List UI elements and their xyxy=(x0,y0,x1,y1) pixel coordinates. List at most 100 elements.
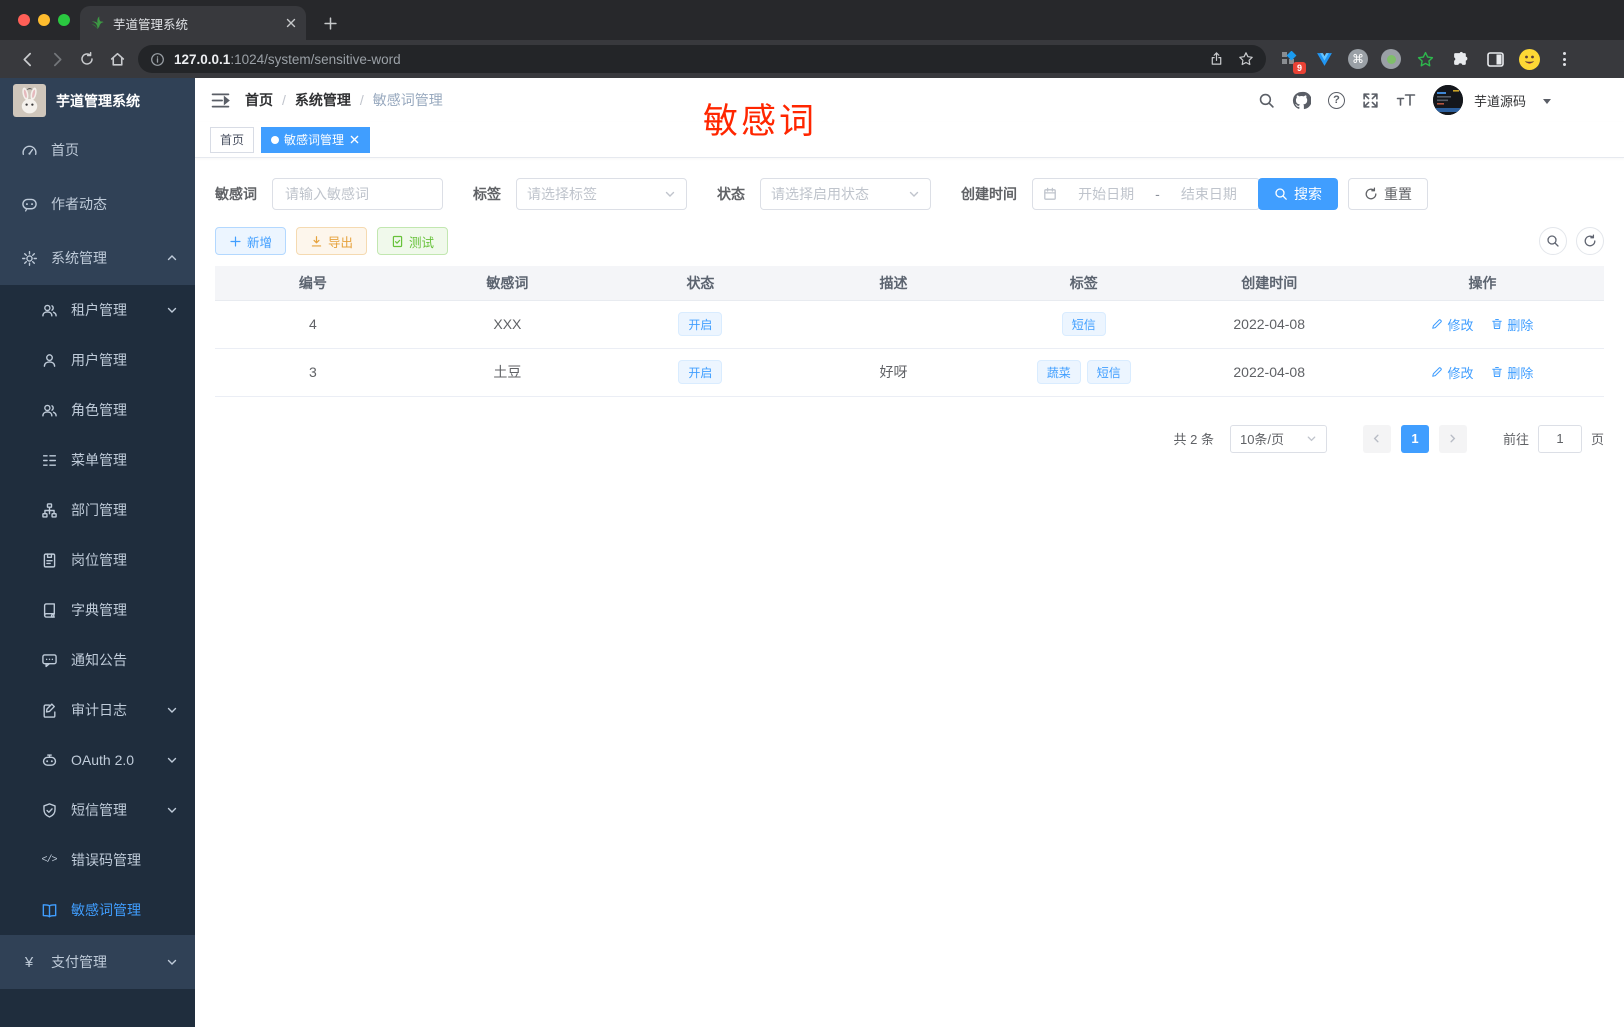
tag-select[interactable]: 请选择标签 xyxy=(516,178,687,210)
home-button[interactable] xyxy=(102,45,132,73)
navbar-actions: ? 芋道源码 xyxy=(1258,85,1551,115)
chevron-down-icon xyxy=(1306,433,1317,444)
page-size-select[interactable]: 10条/页 xyxy=(1229,424,1327,453)
sidebar-item-post[interactable]: 岗位管理 xyxy=(0,535,195,585)
extension-grid-icon[interactable]: 9 xyxy=(1278,48,1306,74)
user-menu-caret-icon[interactable] xyxy=(1543,99,1551,104)
share-icon[interactable] xyxy=(1209,51,1224,67)
extension-star-icon[interactable] xyxy=(1414,48,1436,70)
keyword-label: 敏感词 xyxy=(215,186,257,202)
sidebar-item-label: 系统管理 xyxy=(51,250,107,266)
fullscreen-icon[interactable] xyxy=(1362,92,1379,109)
breadcrumb-home[interactable]: 首页 xyxy=(245,90,273,110)
tag-sensitive-word[interactable]: 敏感词管理 xyxy=(261,126,371,153)
user-avatar[interactable] xyxy=(1432,85,1463,115)
tag-badge: 短信 xyxy=(1086,360,1131,384)
sidebar-item-tenant[interactable]: 租户管理 xyxy=(0,285,195,335)
end-date-placeholder: 结束日期 xyxy=(1180,186,1237,202)
add-button[interactable]: 新增 xyxy=(215,227,287,255)
address-bar[interactable]: 127.0.0.1:1024/system/sensitive-word xyxy=(138,45,1266,73)
sidebar-item-dept[interactable]: 部门管理 xyxy=(0,485,195,535)
book-icon xyxy=(40,601,58,619)
tag-close-icon[interactable] xyxy=(349,134,360,145)
edit-link[interactable]: 修改 xyxy=(1431,363,1473,382)
sidebar-item-menu[interactable]: 菜单管理 xyxy=(0,435,195,485)
next-page-button[interactable] xyxy=(1438,424,1467,453)
status-select[interactable]: 请选择启用状态 xyxy=(760,178,931,210)
sidebar-item-dict[interactable]: 字典管理 xyxy=(0,585,195,635)
sidebar-item-error-code[interactable]: </> 错误码管理 xyxy=(0,835,195,885)
edit-label: 修改 xyxy=(1447,317,1474,333)
date-separator: - xyxy=(1155,186,1160,202)
help-icon[interactable]: ? xyxy=(1327,91,1345,109)
side-panel-icon[interactable] xyxy=(1484,48,1506,70)
show-search-button[interactable] xyxy=(1539,227,1567,255)
table-row: 3 土豆 开启 好呀 蔬菜 短信 2022-04-08 修改 删除 xyxy=(215,348,1604,397)
extensions-puzzle-icon[interactable] xyxy=(1449,48,1471,70)
bookmark-star-icon[interactable] xyxy=(1238,51,1254,67)
sidebar-item-role[interactable]: 角色管理 xyxy=(0,385,195,435)
forward-button[interactable] xyxy=(42,45,72,73)
cell-ops: 修改 删除 xyxy=(1360,348,1604,397)
font-size-icon[interactable] xyxy=(1396,92,1416,108)
sidebar-item-notice[interactable]: 通知公告 xyxy=(0,635,195,685)
goto-page-input[interactable] xyxy=(1537,424,1582,453)
extension-recorder-icon[interactable] xyxy=(1381,49,1401,69)
back-button[interactable] xyxy=(12,45,42,73)
username-label[interactable]: 芋道源码 xyxy=(1474,91,1526,110)
extension-vue-devtools-icon[interactable] xyxy=(1313,48,1335,70)
browser-tab[interactable]: 芋道管理系统 xyxy=(80,6,306,40)
search-button[interactable]: 搜索 xyxy=(1258,178,1338,210)
page-number-button[interactable]: 1 xyxy=(1400,424,1429,453)
sidebar-item-author-news[interactable]: 作者动态 xyxy=(0,177,195,231)
robot-icon xyxy=(40,751,58,769)
zoom-window-button[interactable] xyxy=(58,14,70,26)
export-button[interactable]: 导出 xyxy=(296,227,368,255)
date-range-picker[interactable]: 开始日期 - 结束日期 xyxy=(1032,178,1260,210)
new-tab-button[interactable] xyxy=(318,11,342,35)
profile-avatar-icon[interactable] xyxy=(1519,48,1540,70)
sidebar-item-pay[interactable]: ¥ 支付管理 xyxy=(0,935,195,989)
sidebar-item-label: 错误码管理 xyxy=(71,852,141,868)
delete-link[interactable]: 删除 xyxy=(1491,315,1533,334)
goto-label: 前往 xyxy=(1502,432,1529,447)
edit-note-icon xyxy=(40,701,58,719)
sidebar-item-home[interactable]: 首页 xyxy=(0,123,195,177)
prev-page-button[interactable] xyxy=(1362,424,1391,453)
sidebar-item-user[interactable]: 用户管理 xyxy=(0,335,195,385)
reset-button[interactable]: 重置 xyxy=(1348,178,1428,210)
minimize-window-button[interactable] xyxy=(38,14,50,26)
delete-link[interactable]: 删除 xyxy=(1491,363,1533,382)
open-book-icon xyxy=(40,901,58,919)
reload-button[interactable] xyxy=(72,45,102,73)
cell-id: 4 xyxy=(215,300,411,349)
search-icon[interactable] xyxy=(1258,92,1275,109)
sidebar-item-sms[interactable]: 短信管理 xyxy=(0,785,195,835)
sidebar-item-audit-log[interactable]: 审计日志 xyxy=(0,685,195,735)
keyword-input[interactable] xyxy=(272,178,443,210)
app-logo[interactable]: 芋道管理系统 xyxy=(0,78,195,123)
tag-home[interactable]: 首页 xyxy=(210,126,255,153)
status-label: 状态 xyxy=(717,186,745,202)
sidebar-item-sensitive-word[interactable]: 敏感词管理 xyxy=(0,885,195,935)
extensions-area: 9 ⌘ xyxy=(1278,48,1572,74)
breadcrumb-system[interactable]: 系统管理 xyxy=(295,90,351,110)
tab-close-icon[interactable] xyxy=(286,18,296,28)
app-title: 芋道管理系统 xyxy=(56,92,140,109)
site-info-icon[interactable] xyxy=(150,52,165,67)
close-window-button[interactable] xyxy=(18,14,30,26)
sidebar-item-oauth2[interactable]: OAuth 2.0 xyxy=(0,735,195,785)
github-icon[interactable] xyxy=(1292,91,1311,110)
sidebar-item-system[interactable]: 系统管理 xyxy=(0,231,195,285)
sidebar-item-label: 敏感词管理 xyxy=(71,902,141,918)
test-button[interactable]: 测试 xyxy=(377,227,449,255)
refresh-button[interactable] xyxy=(1576,227,1604,255)
col-word: 敏感词 xyxy=(410,266,604,301)
edit-link[interactable]: 修改 xyxy=(1431,315,1473,334)
collapse-sidebar-icon[interactable] xyxy=(211,92,230,109)
extension-command-icon[interactable]: ⌘ xyxy=(1348,49,1368,69)
browser-menu-icon[interactable] xyxy=(1557,52,1572,66)
system-submenu: 租户管理 用户管理 角色管理 菜单管理 部门管理 岗位管理 字典管理 通知公告 … xyxy=(0,285,195,935)
users-icon xyxy=(40,401,58,419)
tag-label: 首页 xyxy=(220,133,245,147)
